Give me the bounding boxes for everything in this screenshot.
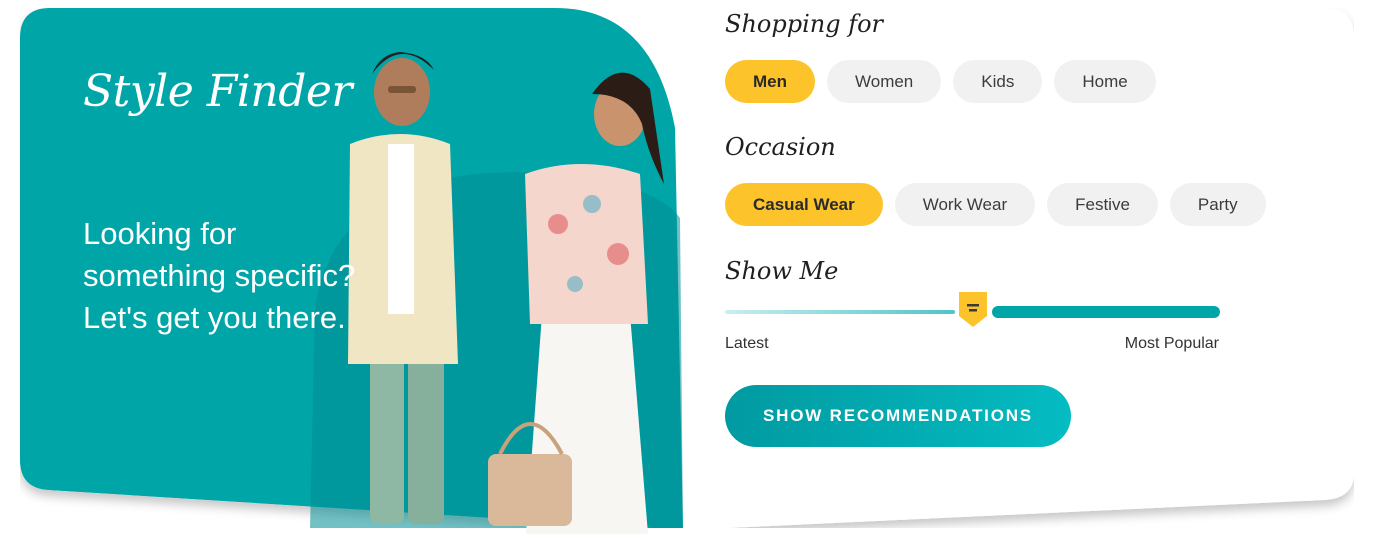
occasion-options: Casual Wear Work Wear Festive Party [725,183,1266,226]
popularity-slider[interactable] [725,290,1220,330]
models-illustration [348,52,664,534]
chip-women[interactable]: Women [827,60,942,103]
occasion-label: Occasion [725,133,836,161]
hero-tagline: Looking for something specific? Let's ge… [83,216,356,335]
slider-track-filled [725,310,955,314]
chip-kids[interactable]: Kids [953,60,1043,103]
slider-track-remaining [992,306,1220,318]
show-me-label: Show Me [725,257,839,285]
slider-max-label: Most Popular [1124,335,1219,352]
female-model-figure [488,72,664,534]
shopping-for-label: Shopping for [725,10,884,38]
show-recommendations-button[interactable]: SHOW RECOMMENDATIONS [725,385,1071,447]
chip-home[interactable]: Home [1054,60,1156,103]
chip-festive[interactable]: Festive [1047,183,1158,226]
slider-min-label: Latest [725,335,769,352]
chip-casual-wear[interactable]: Casual Wear [725,183,883,226]
chip-party[interactable]: Party [1169,183,1266,226]
style-finder-title: Style Finder [83,66,352,117]
chip-work-wear[interactable]: Work Wear [894,183,1036,226]
chip-men[interactable]: Men [725,60,815,103]
shopping-for-options: Men Women Kids Home [725,60,1156,103]
slider-thumb-handle-icon[interactable] [956,290,990,328]
